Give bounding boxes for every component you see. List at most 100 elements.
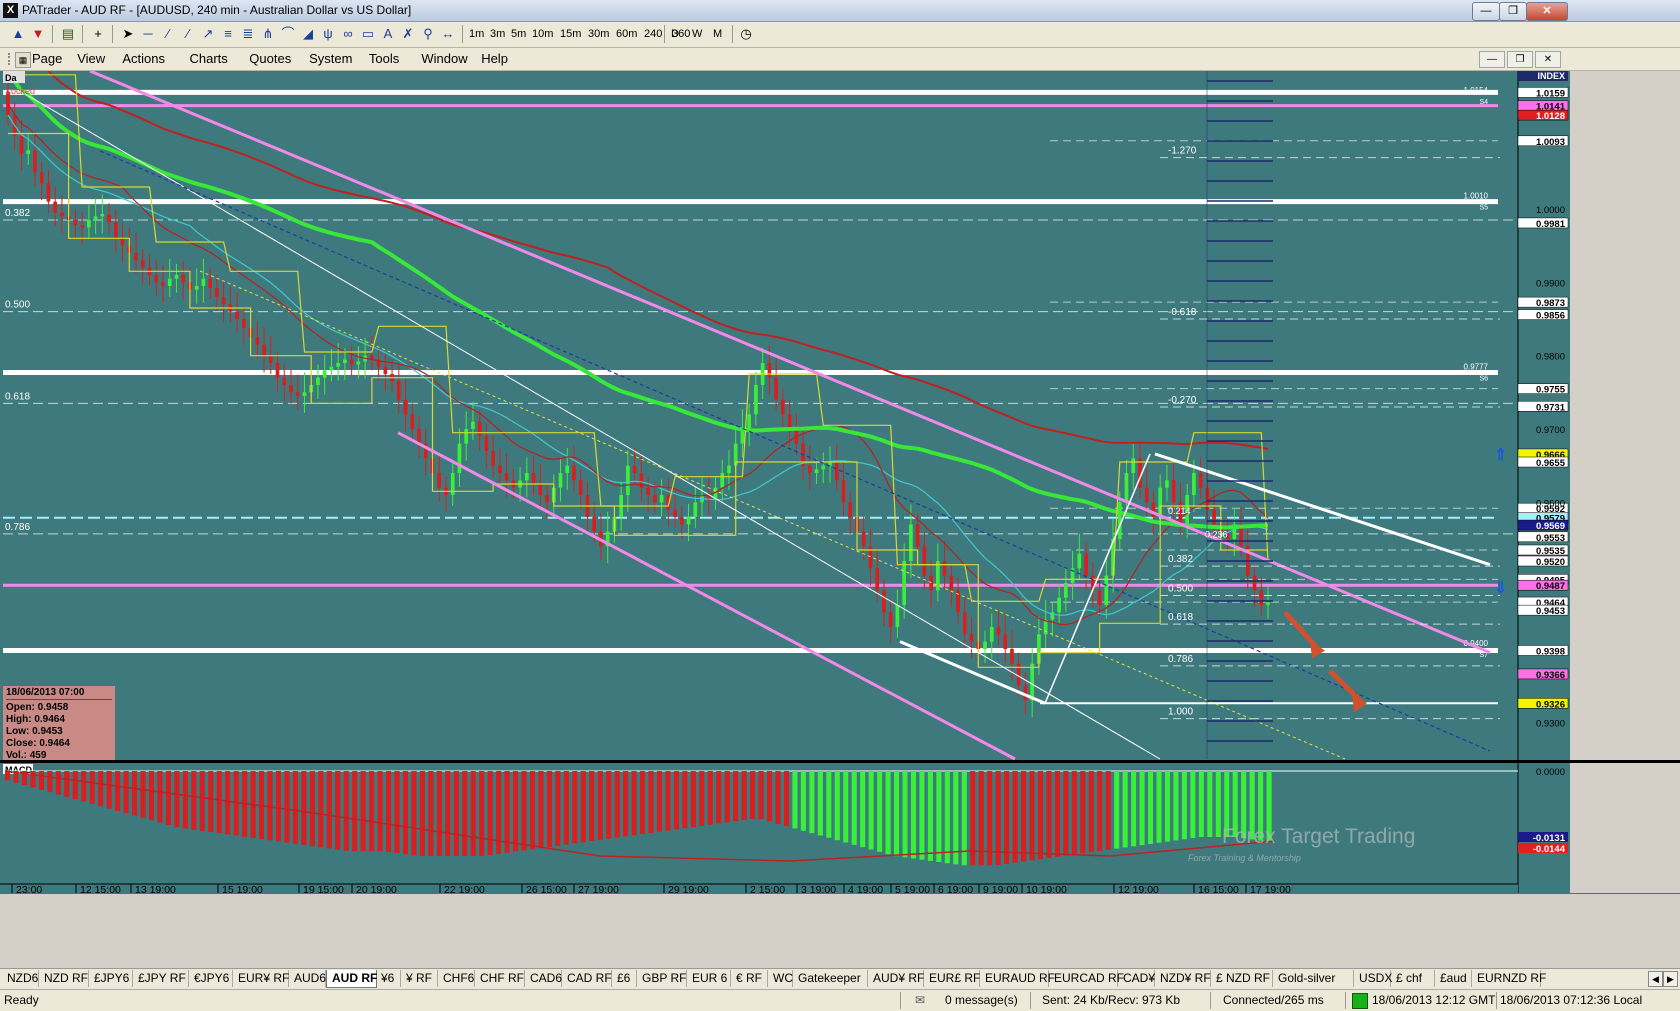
tab-15[interactable]: GBP RF (637, 970, 687, 987)
macd-histogram-bar[interactable] (140, 771, 146, 818)
arrange-down-icon[interactable]: ▼ (30, 26, 46, 42)
candle-body[interactable] (767, 363, 772, 378)
candle-body[interactable] (113, 222, 118, 239)
macd-histogram-bar[interactable] (182, 771, 188, 829)
macd-histogram-bar[interactable] (267, 771, 273, 841)
candle-body[interactable] (1131, 458, 1136, 473)
candle-body[interactable] (565, 465, 570, 473)
macd-histogram-bar[interactable] (733, 771, 739, 822)
macd-histogram-bar[interactable] (1063, 771, 1069, 856)
macd-histogram-bar[interactable] (953, 771, 959, 865)
candle-body[interactable] (1064, 583, 1068, 598)
candle-body[interactable] (437, 473, 442, 488)
macd-histogram-bar[interactable] (521, 771, 527, 851)
candle-body[interactable] (1057, 597, 1061, 613)
macd-histogram-bar[interactable] (767, 771, 773, 822)
candle-body[interactable] (349, 359, 354, 365)
candle-body[interactable] (909, 524, 913, 561)
candle-body[interactable] (100, 214, 105, 217)
candle-body[interactable] (935, 561, 940, 591)
candle-body[interactable] (915, 524, 920, 547)
macd-histogram-bar[interactable] (369, 771, 375, 852)
menu-system[interactable]: System (309, 51, 352, 66)
measure-icon[interactable]: ↔ (440, 26, 456, 42)
candle-body[interactable] (875, 568, 880, 591)
macd-histogram-bar[interactable] (775, 771, 781, 824)
candle-body[interactable] (1030, 663, 1035, 701)
macd-histogram-bar[interactable] (529, 771, 536, 850)
timeframe-button-240[interactable]: 240 (641, 26, 665, 42)
fib-extension-icon[interactable]: ≣ (240, 26, 256, 42)
candle-body[interactable] (343, 359, 347, 363)
candle-body[interactable] (336, 363, 341, 367)
candle-body[interactable] (39, 172, 44, 184)
trend-line-icon[interactable]: ∕ (160, 26, 176, 42)
pitchfork-icon[interactable]: ψ (320, 26, 336, 42)
macd-histogram-bar[interactable] (343, 771, 349, 851)
macd-histogram-bar[interactable] (792, 771, 798, 829)
candle-body[interactable] (93, 216, 98, 220)
macd-histogram-bar[interactable] (360, 771, 366, 852)
macd-histogram-bar[interactable] (580, 771, 586, 843)
candle-body[interactable] (524, 473, 529, 481)
candle-body[interactable] (841, 480, 846, 503)
macd-histogram-bar[interactable] (817, 771, 823, 836)
macd-histogram-bar[interactable] (860, 771, 866, 848)
candle-body[interactable] (255, 337, 260, 345)
chart-icon[interactable]: ▤ (60, 26, 76, 42)
candle-body[interactable] (1266, 602, 1270, 605)
candle-body[interactable] (275, 363, 280, 378)
macd-histogram-bar[interactable] (462, 771, 468, 856)
timeframe-button-60m[interactable]: 60m (613, 26, 640, 42)
cycle-icon[interactable]: ∞ (340, 26, 356, 42)
candle-body[interactable] (882, 590, 886, 613)
tab-9[interactable]: ¥ RF (401, 970, 438, 987)
macd-histogram-bar[interactable] (648, 771, 654, 833)
candle-body[interactable] (545, 495, 549, 503)
tab-29[interactable]: £ chf (1391, 970, 1435, 987)
candle-body[interactable] (572, 465, 576, 481)
candle-body[interactable] (241, 319, 246, 328)
candle-body[interactable] (26, 150, 31, 154)
channel-icon[interactable]: ⁄ (180, 26, 196, 42)
tab-21[interactable]: EUR£ RF (924, 970, 980, 987)
macd-histogram-bar[interactable] (572, 771, 578, 844)
tab-31[interactable]: EURNZD RF (1472, 970, 1546, 987)
delete-drawing-icon[interactable]: ✗ (400, 26, 416, 42)
macd-histogram-bar[interactable] (513, 771, 519, 852)
candle-body[interactable] (639, 473, 644, 488)
envelope-icon[interactable]: ✉ (915, 993, 925, 1007)
candle-body[interactable] (720, 473, 725, 488)
candle-body[interactable] (1252, 575, 1257, 591)
tab-13[interactable]: CAD RF (562, 970, 612, 987)
macd-histogram-bar[interactable] (724, 771, 730, 823)
tab-2[interactable]: £JPY6 (89, 970, 133, 987)
chart-area[interactable]: INDEX 0.382 0.500 0.618 0.786 1.0154 S4 1.0010 S… (0, 71, 1680, 964)
macd-histogram-bar[interactable] (919, 771, 925, 860)
candle-body[interactable] (659, 495, 664, 503)
page-icon[interactable]: ▦ (15, 52, 31, 68)
candle-body[interactable] (807, 465, 812, 473)
macd-histogram-bar[interactable] (902, 771, 908, 858)
tab-19[interactable]: Gatekeeper (793, 970, 868, 987)
candle-body[interactable] (531, 473, 536, 484)
macd-histogram-bar[interactable] (1156, 771, 1162, 843)
candle-body[interactable] (410, 414, 415, 429)
timeframe-button-10m[interactable]: 10m (529, 26, 556, 42)
macd-histogram-bar[interactable] (885, 771, 891, 855)
macd-histogram-bar[interactable] (783, 771, 790, 827)
candle-body[interactable] (989, 627, 994, 642)
fib-retracement-icon[interactable]: ≡ (220, 26, 236, 42)
candle-body[interactable] (1003, 634, 1008, 649)
macd-histogram-bar[interactable] (470, 771, 476, 856)
candle-body[interactable] (1084, 553, 1088, 576)
crosshair-icon[interactable]: + (90, 26, 106, 42)
candle-body[interactable] (504, 473, 509, 481)
candle-body[interactable] (592, 517, 597, 532)
timeframe-button-3m[interactable]: 3m (487, 26, 508, 42)
macd-histogram-bar[interactable] (868, 771, 874, 850)
macd-histogram-bar[interactable] (563, 771, 569, 845)
tab-scroll-left-button[interactable]: ◀ (1648, 971, 1663, 987)
candle-body[interactable] (316, 377, 320, 385)
macd-histogram-bar[interactable] (1164, 771, 1171, 842)
